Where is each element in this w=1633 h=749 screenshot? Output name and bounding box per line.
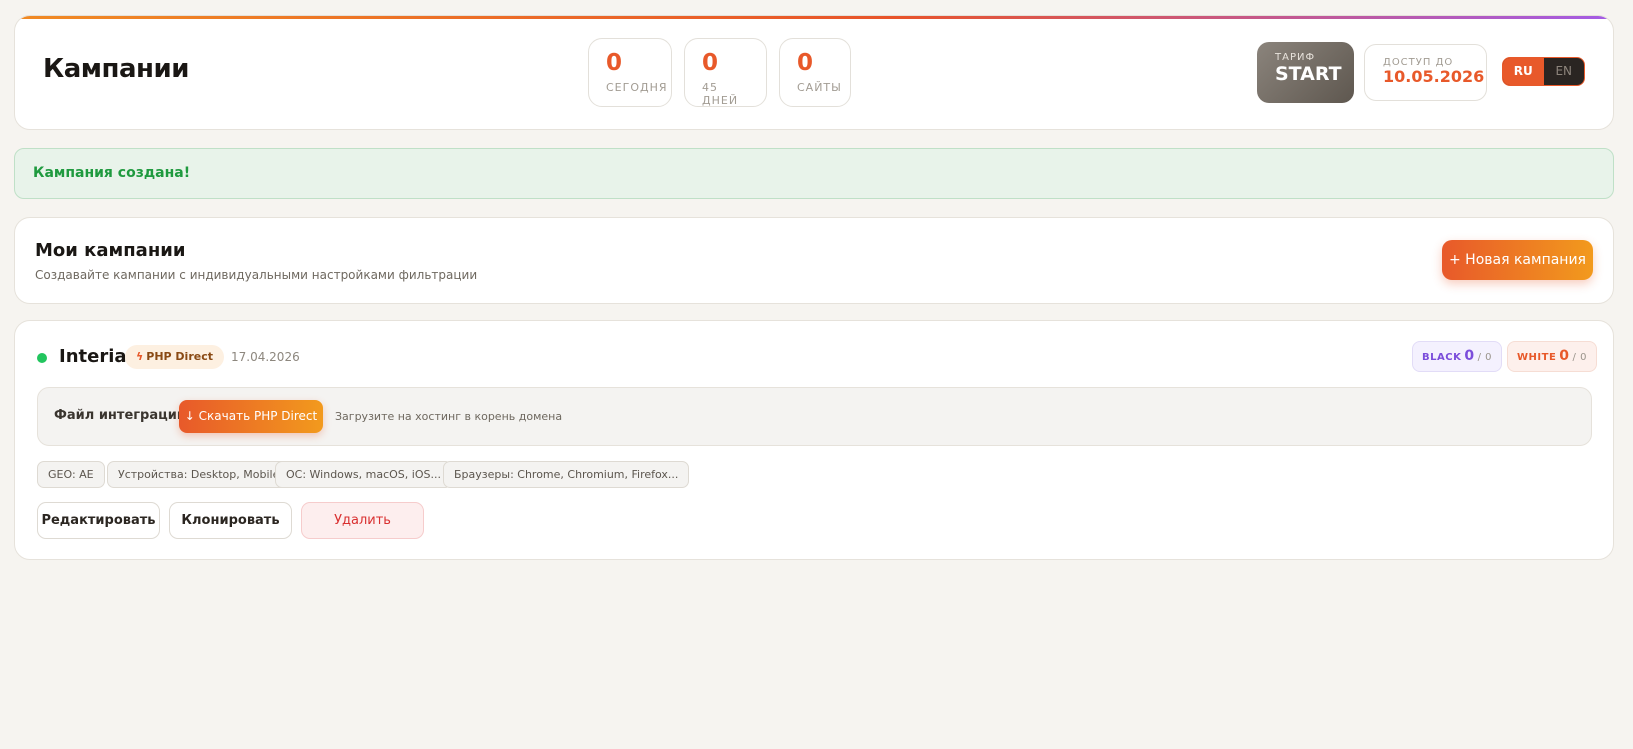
stat-value: 0 (797, 50, 814, 76)
campaign-date: 17.04.2026 (231, 350, 300, 364)
access-date: 10.05.2026 (1383, 67, 1485, 86)
stat-today: 0 СЕГОДНЯ (588, 38, 672, 107)
download-php-button[interactable]: ↓ Скачать PHP Direct (179, 400, 323, 433)
tariff-value: START (1275, 63, 1342, 85)
lang-en-button[interactable]: EN (1544, 58, 1585, 85)
page-title: Кампании (43, 54, 189, 84)
access-until: ДОСТУП ДО 10.05.2026 (1364, 44, 1487, 101)
tag-browsers: Браузеры: Chrome, Chromium, Firefox... (443, 461, 690, 488)
section-title: Мои кампании (35, 240, 186, 261)
stat-sites: 0 САЙТЫ (779, 38, 851, 107)
clone-button[interactable]: Клонировать (169, 502, 292, 539)
white-label: WHITE (1517, 352, 1557, 363)
stat-45-days: 0 45 ДНЕЙ (684, 38, 767, 107)
tag-devices: Устройства: Desktop, Mobile (107, 461, 291, 488)
edit-button[interactable]: Редактировать (37, 502, 160, 539)
gradient-topbar (15, 16, 1613, 19)
delete-button[interactable]: Удалить (301, 502, 424, 539)
tariff-badge: ТАРИФ START (1257, 42, 1354, 103)
black-value: 0 (1464, 348, 1475, 364)
white-total: / 0 (1572, 352, 1587, 363)
section-subtitle: Создавайте кампании с индивидуальными на… (35, 268, 478, 282)
white-value: 0 (1559, 348, 1570, 364)
black-total: / 0 (1477, 352, 1492, 363)
language-switcher: RU EN (1502, 57, 1585, 86)
lang-ru-button[interactable]: RU (1503, 58, 1544, 85)
integration-label: Файл интеграции: (54, 408, 192, 423)
integration-hint: Загрузите на хостинг в корень домена (335, 410, 563, 423)
header-card: Кампании 0 СЕГОДНЯ 0 45 ДНЕЙ 0 САЙТЫ ТАР… (14, 15, 1614, 130)
white-counter: WHITE 0/ 0 (1507, 341, 1597, 372)
campaign-type-label: PHP Direct (146, 350, 213, 363)
tag-os: ОС: Windows, macOS, iOS... (275, 461, 452, 488)
my-campaigns-card: Мои кампании Создавайте кампании с индив… (14, 217, 1614, 304)
tariff-label: ТАРИФ (1275, 52, 1316, 63)
stat-label: 45 ДНЕЙ (702, 81, 739, 107)
stat-label: САЙТЫ (797, 81, 842, 94)
bolt-icon: ϟ (136, 350, 144, 363)
stat-value: 0 (702, 50, 719, 76)
integration-panel: Файл интеграции: ↓ Скачать PHP Direct За… (37, 387, 1592, 446)
stat-value: 0 (606, 50, 623, 76)
black-counter: BLACK 0/ 0 (1412, 341, 1502, 372)
status-dot (37, 353, 47, 363)
new-campaign-button[interactable]: + Новая кампания (1442, 240, 1593, 280)
campaign-name: Interia (59, 346, 127, 367)
tag-geo: GEO: AE (37, 461, 105, 488)
campaign-type-badge: ϟ PHP Direct (125, 345, 224, 369)
success-alert: Кампания создана! (14, 148, 1614, 199)
campaign-card: Interia ϟ PHP Direct 17.04.2026 BLACK 0/ 0… (14, 320, 1614, 560)
black-label: BLACK (1422, 352, 1462, 363)
stat-label: СЕГОДНЯ (606, 81, 668, 94)
